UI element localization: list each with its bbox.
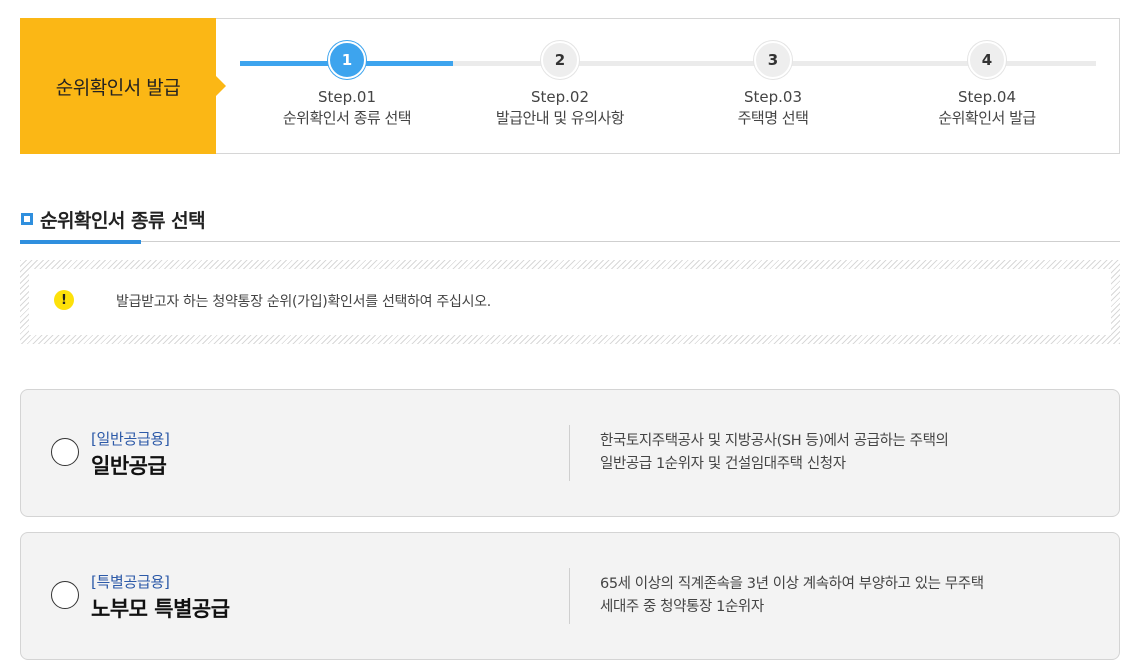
option-description-line: 세대주 중 청약통장 1순위자 (600, 599, 764, 615)
notice-text: 발급받고자 하는 청약통장 순위(가입)확인서를 선택하여 주십시오. (116, 294, 491, 310)
step-1-label: 순위확인서 종류 선택 (282, 109, 412, 127)
divider (569, 568, 570, 624)
section-title-underline (20, 240, 141, 244)
notice-inner: ! 발급받고자 하는 청약통장 순위(가입)확인서를 선택하여 주십시오. (29, 269, 1111, 335)
notice-box: ! 발급받고자 하는 청약통장 순위(가입)확인서를 선택하여 주십시오. (20, 260, 1120, 344)
option-description-line: 일반공급 1순위자 및 건설임대주택 신청자 (600, 456, 846, 472)
option-tag: [특별공급용] (91, 573, 170, 591)
step-3-number: Step.03 (743, 88, 802, 106)
step-3: 3 Step.03 주택명 선택 (666, 41, 880, 129)
option-description-line: 한국토지주택공사 및 지방공사(SH 등)에서 공급하는 주택의 (600, 433, 949, 449)
option-title: 일반공급 (91, 454, 167, 478)
option-tag: [일반공급용] (91, 430, 170, 448)
step-4-label: 순위확인서 발급 (938, 109, 1036, 127)
stepper-title: 순위확인서 발급 (20, 18, 226, 154)
option-general-supply[interactable]: [일반공급용] 일반공급 한국토지주택공사 및 지방공사(SH 등)에서 공급하… (20, 389, 1120, 517)
step-4-number: Step.04 (957, 88, 1016, 106)
option-elderly-parent-special-supply[interactable]: [특별공급용] 노부모 특별공급 65세 이상의 직계존속을 3년 이상 계속하… (20, 532, 1120, 660)
exclamation-icon: ! (54, 290, 74, 310)
section-title: 순위확인서 종류 선택 (40, 210, 206, 232)
step-2: 2 Step.02 발급안내 및 유의사항 (453, 41, 667, 129)
option-description-line: 65세 이상의 직계존속을 3년 이상 계속하여 부양하고 있는 무주택 (600, 576, 984, 592)
step-4: 4 Step.04 순위확인서 발급 (880, 41, 1094, 129)
step-2-label: 발급안내 및 유의사항 (495, 109, 625, 127)
step-2-circle: 2 (541, 41, 579, 79)
option-title: 노부모 특별공급 (91, 597, 230, 621)
option-description: 한국토지주택공사 및 지방공사(SH 등)에서 공급하는 주택의 일반공급 1순… (600, 430, 949, 476)
step-3-circle: 3 (754, 41, 792, 79)
divider (569, 425, 570, 481)
section-header: 순위확인서 종류 선택 (20, 204, 1120, 244)
radio-general-supply[interactable] (51, 438, 79, 466)
step-3-label: 주택명 선택 (737, 109, 809, 127)
option-description: 65세 이상의 직계존속을 3년 이상 계속하여 부양하고 있는 무주택 세대주… (600, 573, 984, 619)
step-4-circle: 4 (968, 41, 1006, 79)
step-2-number: Step.02 (530, 88, 589, 106)
step-1: 1 Step.01 순위확인서 종류 선택 (240, 41, 454, 129)
step-1-circle: 1 (328, 41, 366, 79)
step-progress: 순위확인서 발급 1 Step.01 순위확인서 종류 선택 2 Step.02… (20, 18, 1120, 154)
radio-elderly-parent-special-supply[interactable] (51, 581, 79, 609)
square-bullet-icon (21, 213, 33, 225)
step-1-number: Step.01 (317, 88, 376, 106)
